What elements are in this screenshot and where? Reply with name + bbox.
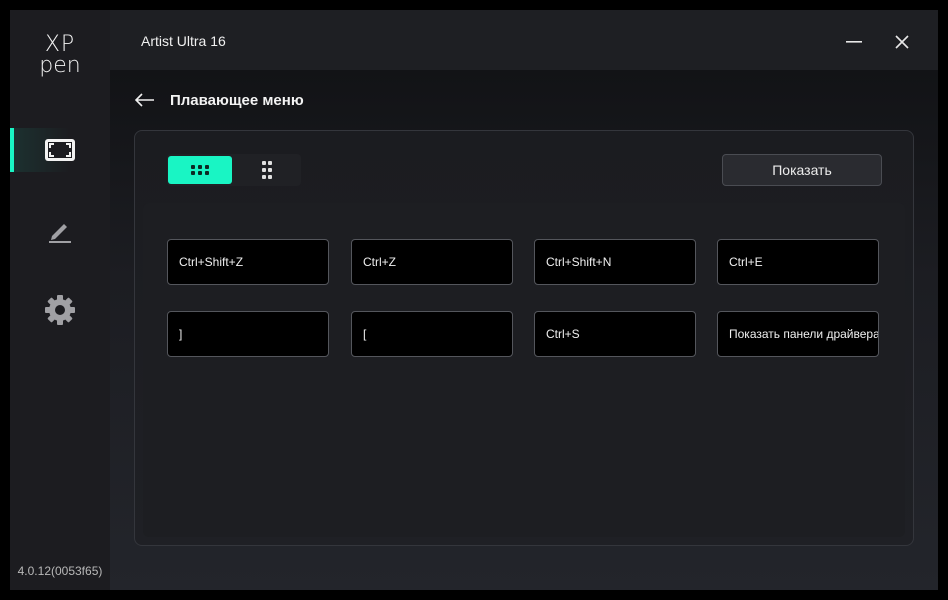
- back-button[interactable]: [135, 90, 157, 110]
- sidebar: XP pen 4.0.12(0053f65): [10, 10, 110, 590]
- shortcut-key[interactable]: Ctrl+Z: [351, 239, 513, 285]
- pen-icon: [49, 224, 71, 243]
- shortcut-key[interactable]: Ctrl+S: [534, 311, 696, 357]
- close-button[interactable]: [888, 28, 916, 56]
- sidebar-item-settings[interactable]: [10, 288, 110, 332]
- shortcut-key[interactable]: ]: [167, 311, 329, 357]
- show-button[interactable]: Показать: [722, 154, 882, 186]
- title-bar: Artist Ultra 16: [110, 10, 938, 70]
- compact-view-button[interactable]: [235, 156, 299, 184]
- logo-text-bottom: pen: [39, 53, 81, 78]
- main-content: Плавающее меню Показать Ctrl+Shift+Z Ctr…: [110, 70, 938, 590]
- shortcut-key[interactable]: [: [351, 311, 513, 357]
- sidebar-item-work-area[interactable]: [10, 128, 110, 172]
- version-label: 4.0.12(0053f65): [17, 564, 103, 578]
- floating-menu-panel: Показать Ctrl+Shift+Z Ctrl+Z Ctrl+Shift+…: [134, 130, 914, 546]
- minimize-button[interactable]: [840, 28, 868, 56]
- device-title: Artist Ultra 16: [141, 33, 226, 49]
- shortcut-key[interactable]: Ctrl+Shift+Z: [167, 239, 329, 285]
- page-title: Плавающее меню: [170, 92, 304, 109]
- shortcut-key-grid: Ctrl+Shift+Z Ctrl+Z Ctrl+Shift+N Ctrl+E …: [143, 203, 905, 537]
- compact-layout-icon: [262, 161, 272, 179]
- grid-layout-icon: [191, 165, 209, 175]
- close-icon: [895, 35, 909, 49]
- gear-icon: [45, 295, 75, 325]
- shortcut-key[interactable]: Показать панели драйвера: [717, 311, 879, 357]
- xppen-logo: XP pen: [36, 34, 84, 86]
- view-toggle: [167, 154, 301, 186]
- screen-area-icon: [45, 139, 75, 161]
- back-arrow-icon: [135, 93, 154, 107]
- sidebar-item-pen[interactable]: [10, 208, 110, 252]
- grid-view-button[interactable]: [168, 156, 232, 184]
- minimize-icon: [846, 41, 862, 43]
- shortcut-key[interactable]: Ctrl+E: [717, 239, 879, 285]
- shortcut-key[interactable]: Ctrl+Shift+N: [534, 239, 696, 285]
